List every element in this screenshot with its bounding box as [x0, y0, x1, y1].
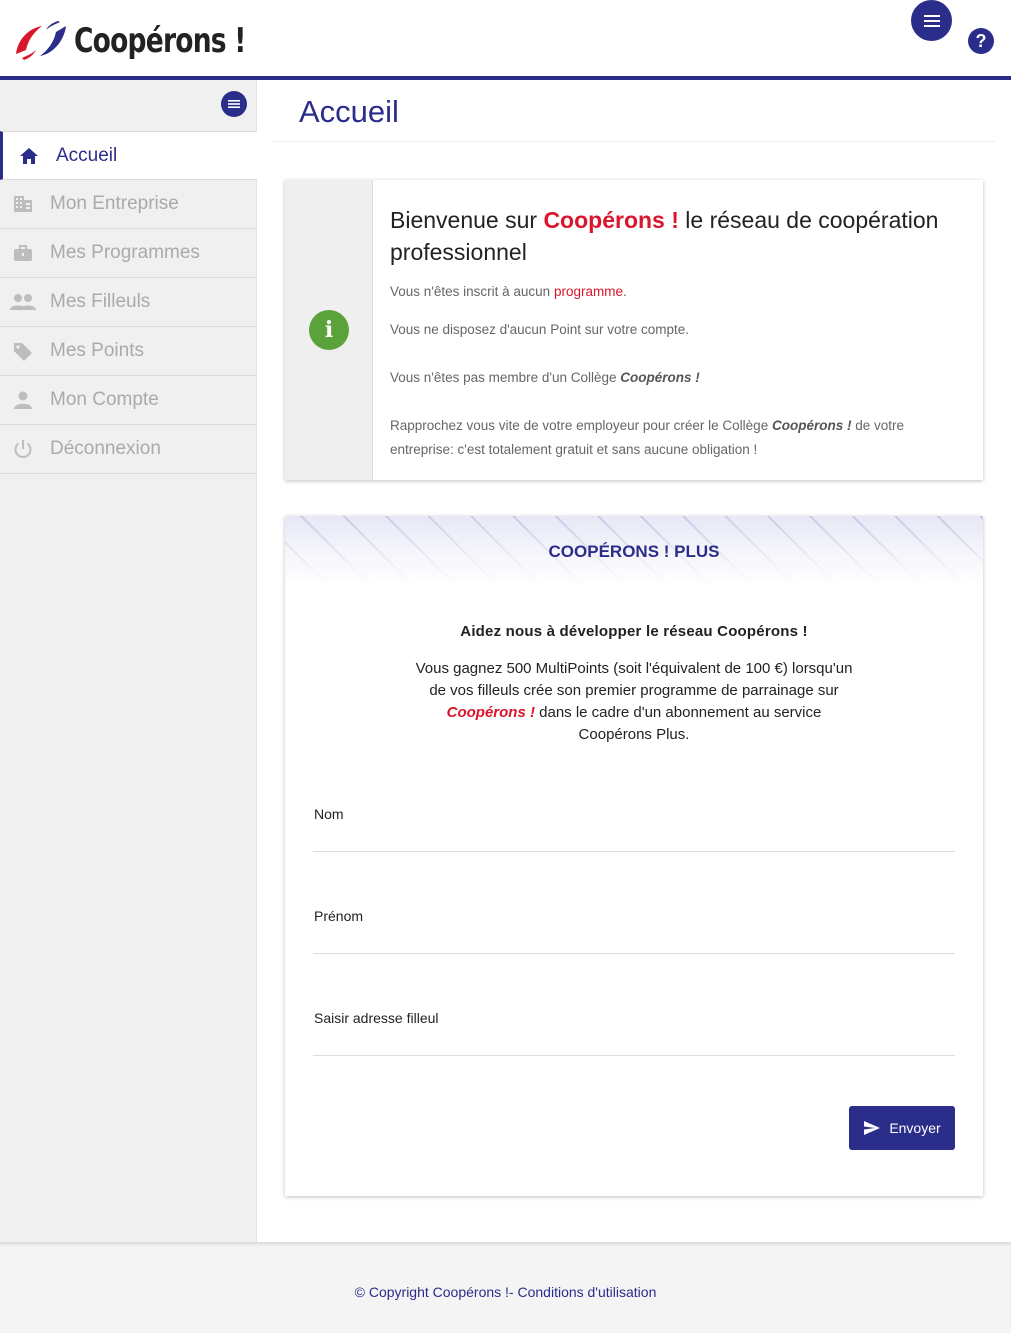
sidebar-item-label: Accueil — [56, 144, 118, 166]
sidebar-item-label: Mes Filleuls — [50, 291, 151, 312]
programme-status-end: . — [622, 284, 627, 299]
plus-description-text: Vous gagnez 500 MultiPoints (soit l'équi… — [415, 660, 853, 699]
briefcase-icon — [10, 240, 36, 266]
send-button-label: Envoyer — [889, 1120, 941, 1136]
prenom-field: Prénom — [313, 908, 955, 954]
filleul-address-field: Saisir adresse filleul — [313, 1010, 955, 1056]
logo-text: Coopérons ! — [74, 21, 246, 61]
prenom-input[interactable] — [313, 928, 953, 952]
sidebar-item-label: Déconnexion — [50, 438, 161, 459]
sidebar-item-label: Mon Entreprise — [50, 193, 179, 214]
filleul-address-label: Saisir adresse filleul — [314, 1010, 439, 1026]
info-card-body: Bienvenue sur Coopérons ! le réseau de c… — [390, 204, 970, 462]
top-bar: Coopérons ! ? — [0, 0, 1011, 80]
logo-hands-icon — [16, 21, 66, 60]
main-menu-button[interactable] — [911, 0, 952, 41]
power-icon — [10, 436, 36, 462]
info-card-sidebar: i — [285, 180, 373, 480]
sidebar-item-mon-compte[interactable]: Mon Compte — [0, 376, 257, 425]
copyright-link[interactable]: © Copyright Coopérons ! — [355, 1284, 509, 1300]
sidebar: Accueil Mon Entreprise Mes Programmes Me… — [0, 80, 257, 1242]
help-button[interactable]: ? — [968, 28, 994, 54]
college-status-text: Vous n'êtes pas membre d'un Collège — [390, 370, 621, 385]
sidebar-item-mes-filleuls[interactable]: Mes Filleuls — [0, 278, 257, 327]
people-icon — [10, 289, 36, 315]
hamburger-icon — [923, 14, 940, 27]
tag-icon — [10, 338, 36, 364]
sidebar-item-deconnexion[interactable]: Déconnexion — [0, 425, 257, 474]
prenom-label: Prénom — [314, 908, 364, 924]
sidebar-item-mes-points[interactable]: Mes Points — [0, 327, 257, 376]
points-status-line: Vous ne disposez d'aucun Point sur votre… — [390, 322, 690, 337]
sidebar-item-accueil[interactable]: Accueil — [0, 131, 257, 180]
page-title: Accueil — [299, 94, 399, 129]
welcome-title-text: Bienvenue sur — [390, 207, 544, 233]
building-icon — [10, 191, 36, 217]
programme-status-line: Vous n'êtes inscrit à aucun programme. — [390, 280, 970, 304]
footer: © Copyright Coopérons !- Conditions d'ut… — [0, 1242, 1011, 1333]
sidebar-item-mes-programmes[interactable]: Mes Programmes — [0, 229, 257, 278]
send-icon — [864, 1121, 881, 1135]
terms-link[interactable]: Conditions d'utilisation — [517, 1284, 656, 1300]
sidebar-item-label: Mon Compte — [50, 389, 159, 410]
employer-advice-line: Rapprochez vous vite de votre employeur … — [390, 414, 970, 462]
plus-description-end: dans le cadre d'un abonnement au service… — [534, 704, 822, 743]
nom-label: Nom — [314, 806, 344, 822]
filleul-address-input[interactable] — [313, 1030, 953, 1054]
footer-text: © Copyright Coopérons !- Conditions d'ut… — [0, 1284, 1011, 1300]
cooperons-plus-card: COOPÉRONS ! PLUS Aidez nous à développer… — [285, 516, 983, 1196]
employer-advice-brand: Coopérons ! — [771, 418, 852, 433]
main-content: Accueil i Bienvenue sur Coopérons ! le r… — [257, 80, 1011, 1242]
info-icon: i — [309, 310, 349, 350]
nom-field: Nom — [313, 806, 955, 852]
plus-description: Vous gagnez 500 MultiPoints (soit l'équi… — [409, 658, 859, 746]
welcome-title-brand: Coopérons ! — [543, 207, 679, 233]
welcome-title: Bienvenue sur Coopérons ! le réseau de c… — [390, 204, 970, 268]
logo[interactable]: Coopérons ! — [12, 18, 294, 64]
plus-title: COOPÉRONS ! PLUS — [548, 542, 720, 561]
send-button[interactable]: Envoyer — [849, 1106, 955, 1150]
employer-advice-text: Rapprochez vous vite de votre employeur … — [390, 418, 772, 433]
welcome-info-card: i Bienvenue sur Coopérons ! le réseau de… — [285, 180, 983, 480]
plus-subtitle: Aidez nous à développer le réseau Coopér… — [460, 623, 808, 640]
sidebar-nav: Accueil Mon Entreprise Mes Programmes Me… — [0, 131, 257, 474]
person-icon — [10, 387, 36, 413]
programme-status-text: Vous n'êtes inscrit à aucun — [390, 284, 554, 299]
sidebar-item-label: Mes Points — [50, 340, 144, 361]
help-icon: ? — [975, 30, 987, 51]
programme-link[interactable]: programme — [554, 284, 623, 299]
nom-input[interactable] — [313, 826, 953, 850]
sidebar-item-mon-entreprise[interactable]: Mon Entreprise — [0, 180, 257, 229]
menu-icon — [228, 100, 240, 108]
home-icon — [16, 143, 42, 169]
sidebar-item-label: Mes Programmes — [50, 242, 200, 263]
college-status-brand: Coopérons ! — [620, 370, 700, 385]
college-status-line: Vous n'êtes pas membre d'un Collège Coop… — [390, 366, 970, 390]
title-divider — [273, 141, 995, 142]
plus-description-brand: Coopérons ! — [446, 704, 535, 721]
sidebar-toggle-button[interactable] — [221, 91, 247, 117]
